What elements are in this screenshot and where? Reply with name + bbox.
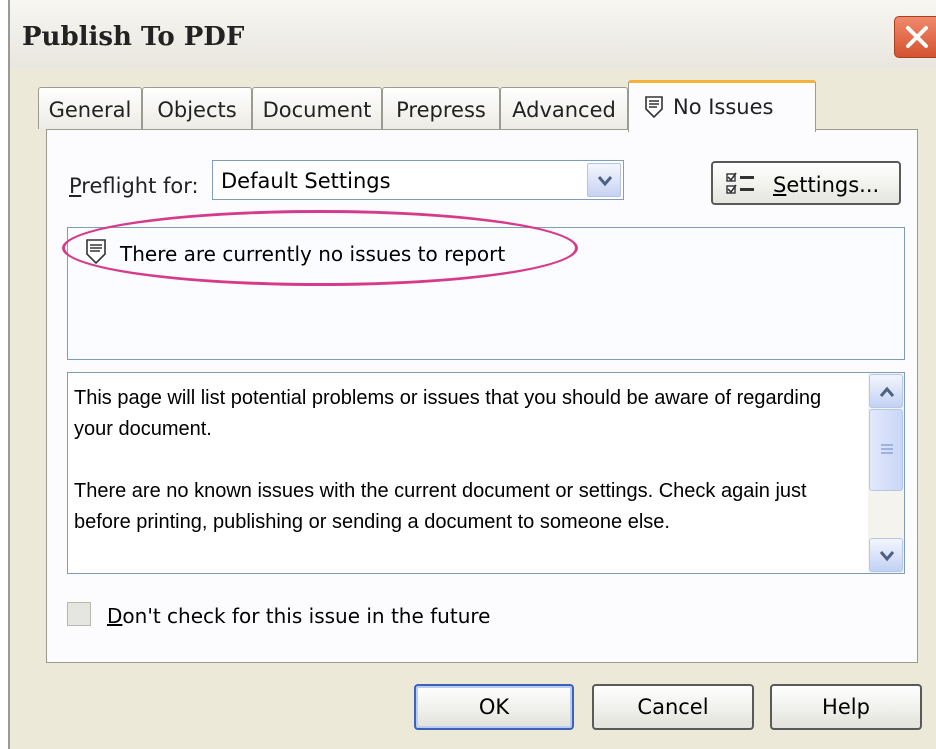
- tab-label: Objects: [157, 98, 237, 122]
- preflight-select[interactable]: Default Settings: [212, 160, 624, 200]
- tab-general[interactable]: General: [38, 87, 142, 129]
- title-bar: Publish To PDF: [10, 0, 936, 68]
- settings-button-label: Settings...: [773, 173, 880, 197]
- issues-icon: [86, 239, 106, 265]
- description-paragraph: This page will list potential problems o…: [74, 387, 822, 440]
- no-issues-panel: Preflight for: Default Settings Settings…: [46, 129, 918, 663]
- tab-label: Advanced: [512, 98, 616, 122]
- chevron-up-icon: [879, 386, 895, 397]
- issues-icon: [645, 96, 663, 119]
- dropdown-button[interactable]: [587, 163, 621, 197]
- tab-no-issues[interactable]: No Issues: [628, 80, 816, 132]
- tab-objects[interactable]: Objects: [142, 87, 252, 129]
- description-textarea[interactable]: This page will list potential problems o…: [67, 372, 905, 574]
- scroll-up-button[interactable]: [869, 374, 903, 408]
- checklist-icon: [726, 172, 754, 194]
- preflight-select-value: Default Settings: [221, 169, 391, 193]
- chevron-down-icon: [879, 551, 895, 562]
- scroll-thumb[interactable]: [869, 409, 903, 491]
- tab-label: General: [48, 98, 132, 122]
- chevron-down-icon: [597, 176, 613, 187]
- dont-check-checkbox[interactable]: [67, 602, 91, 626]
- close-button[interactable]: [894, 16, 936, 58]
- issues-list[interactable]: There are currently no issues to report: [62, 210, 905, 360]
- help-button[interactable]: Help: [770, 684, 922, 730]
- publish-to-pdf-dialog: Publish To PDF General Objects Document …: [8, 0, 936, 749]
- tab-label: Document: [262, 98, 372, 122]
- tab-label: Prepress: [396, 98, 486, 122]
- tab-document[interactable]: Document: [252, 87, 382, 129]
- ok-button[interactable]: OK: [414, 684, 574, 730]
- cancel-button[interactable]: Cancel: [592, 684, 754, 730]
- settings-button[interactable]: Settings...: [711, 161, 901, 205]
- dialog-title: Publish To PDF: [22, 22, 245, 52]
- tab-advanced[interactable]: Advanced: [500, 87, 628, 129]
- description-paragraph: There are no known issues with the curre…: [74, 480, 807, 533]
- close-icon: [906, 26, 928, 48]
- description-text: This page will list potential problems o…: [74, 383, 864, 569]
- grip-icon: [881, 444, 893, 446]
- tab-prepress[interactable]: Prepress: [382, 87, 500, 129]
- no-issues-message: There are currently no issues to report: [120, 242, 506, 266]
- preflight-label: Preflight for:: [69, 174, 199, 198]
- vertical-scrollbar[interactable]: [868, 373, 904, 573]
- tab-label: No Issues: [673, 95, 774, 119]
- scroll-down-button[interactable]: [869, 538, 903, 572]
- dont-check-label[interactable]: Don't check for this issue in the future: [107, 604, 490, 628]
